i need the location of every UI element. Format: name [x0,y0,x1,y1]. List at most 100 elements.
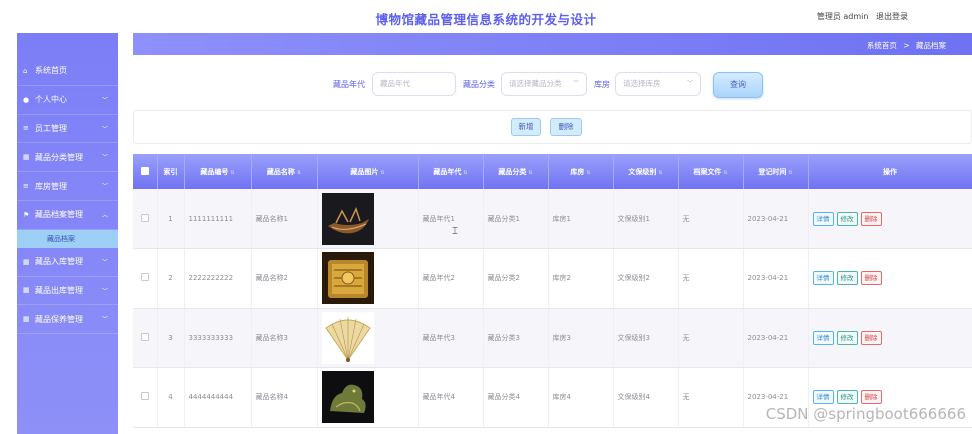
chevron-down-icon: ﹀ [572,80,579,87]
column-header[interactable]: 档案文件 ⇅ [678,154,744,189]
row-date: 2023-04-21 [743,189,809,249]
column-header[interactable]: 藏品名称 ⇅ [251,154,318,189]
warehouse-select[interactable]: 请选择库房 ﹀ [615,72,701,96]
sidebar-item-label: 藏品出库管理 [35,285,83,295]
sidebar-item-profile[interactable]: ● 个人中心 ﹀ [17,86,118,115]
chevron-down-icon: ﹀ [101,258,108,266]
table-row[interactable]: 2 2222222222 藏品名称2 藏品年代2 藏品分类2 库房2 文保级别2… [133,248,972,309]
sidebar-item-staff[interactable]: ≡ 员工管理 ﹀ [17,115,118,144]
edit-button[interactable]: 修改 [836,211,858,226]
grid-icon: ▦ [23,257,30,266]
delete-button[interactable]: 删除 [860,271,882,286]
year-placeholder: 藏品年代 [380,79,410,88]
sidebar-item-category[interactable]: ▦ 藏品分类管理 ﹀ [17,143,118,173]
batch-delete-button[interactable]: 删除 [550,118,582,136]
logout-link[interactable]: 退出登录 [876,12,908,21]
row-checkbox[interactable] [140,213,149,222]
watermark: CSDN @springboot666666 [765,405,966,423]
category-label: 藏品分类 [463,80,495,89]
sidebar-item-archive[interactable]: ⚑ 藏品档案管理 ︿ [17,201,118,230]
sort-icon[interactable]: ⇅ [586,170,590,176]
chevron-down-icon: ﹀ [101,183,108,191]
chevron-down-icon: ﹀ [101,125,108,133]
mouse-cursor-icon: ⌶ [452,226,458,237]
column-header[interactable]: 藏品年代 ⇅ [418,154,484,189]
chevron-down-icon: ﹀ [101,316,108,324]
grid-icon: ▦ [23,153,30,162]
chevron-down-icon: ﹀ [101,154,108,162]
user-label: 管理员 admin [816,12,869,21]
sort-icon[interactable]: ⇅ [788,170,792,176]
sort-icon[interactable]: ⇅ [528,170,532,176]
sort-icon[interactable]: ⇅ [380,170,384,176]
row-code: 3333333333 [184,308,252,368]
year-label: 藏品年代 [333,80,365,89]
sort-icon[interactable]: ⇅ [723,170,727,176]
row-checkbox[interactable] [140,392,149,401]
row-image-cell [317,248,419,309]
column-header[interactable]: 库房 ⇅ [548,154,614,189]
table-row[interactable]: 3 3333333333 藏品名称3 藏品年代3 藏品分类3 库房3 文保级别3… [133,308,972,368]
sidebar-subitem-archive[interactable]: 藏品档案 [17,229,118,248]
edit-button[interactable]: 修改 [836,271,858,286]
artifact-image[interactable] [321,311,374,364]
column-header: 操作 [808,154,972,189]
artifact-image[interactable] [321,371,374,424]
sidebar-item-stock-out[interactable]: ▦ 藏品出库管理 ﹀ [17,277,118,306]
row-warehouse: 库房3 [548,308,614,368]
sidebar-item-label: 系统首页 [35,66,67,76]
sidebar-item-warehouse[interactable]: ≡ 库房管理 ﹀ [17,172,118,201]
column-header[interactable]: 藏品编号 ⇅ [184,154,252,189]
breadcrumb-home[interactable]: 系统首页 [867,41,897,50]
row-file: 无 [678,189,744,249]
artifact-image[interactable] [321,192,374,245]
edit-button[interactable]: 修改 [836,390,858,405]
detail-button[interactable]: 详情 [812,271,834,286]
year-input[interactable]: 藏品年代 [372,72,456,96]
list-icon: ≡ [23,124,29,133]
row-code: 1111111111 [184,189,252,249]
artifact-image[interactable] [321,252,374,305]
row-checkbox[interactable] [140,332,149,341]
category-select[interactable]: 请选择藏品分类 ﹀ [501,72,587,96]
row-category: 藏品分类2 [483,248,549,309]
add-button[interactable]: 新增 [511,118,541,136]
row-name: 藏品名称1 [251,189,318,249]
row-index: 2 [157,248,185,309]
table-row[interactable]: 1 1111111111 藏品名称1 藏品年代1 藏品分类1 库房1 文保级别1… [133,189,972,249]
sidebar-item-label: 藏品分类管理 [35,152,83,162]
edit-button[interactable]: 修改 [836,330,858,345]
sidebar-item-maintenance[interactable]: ▦ 藏品保养管理 ﹀ [17,305,118,335]
column-header[interactable]: 文保级别 ⇅ [613,154,679,189]
breadcrumb-separator: > [903,41,910,50]
sidebar-item-home[interactable]: ⌂ 系统首页 [17,57,118,86]
row-warehouse: 库房2 [548,248,614,309]
row-name: 藏品名称4 [251,367,318,428]
sort-icon[interactable]: ⇅ [658,170,662,176]
detail-button[interactable]: 详情 [812,211,834,226]
row-name: 藏品名称2 [251,248,318,309]
delete-button[interactable]: 删除 [860,330,882,345]
chevron-up-icon: ︿ [101,211,108,219]
column-header[interactable]: 藏品图片 ⇅ [317,154,419,189]
select-all-checkbox[interactable] [140,166,149,175]
row-file: 无 [678,248,744,309]
row-file: 无 [678,367,744,428]
delete-button[interactable]: 删除 [860,211,882,226]
sidebar-item-stock-in[interactable]: ▦ 藏品入库管理 ﹀ [17,248,118,277]
row-checkbox[interactable] [140,273,149,282]
detail-button[interactable]: 详情 [812,330,834,345]
sort-icon[interactable]: ⇅ [463,170,467,176]
column-header[interactable]: 藏品分类 ⇅ [483,154,549,189]
category-placeholder: 请选择藏品分类 [509,79,562,88]
warehouse-label: 库房 [594,80,610,89]
search-button[interactable]: 查询 [713,72,763,98]
delete-button[interactable]: 删除 [860,390,882,405]
column-header[interactable]: 登记时间 ⇅ [743,154,809,189]
sort-icon[interactable]: ⇅ [297,170,301,176]
row-date: 2023-04-21 [743,308,809,368]
breadcrumb-current: 藏品档案 [916,41,946,50]
detail-button[interactable]: 详情 [812,390,834,405]
sort-icon[interactable]: ⇅ [230,170,234,176]
row-actions: 详情 修改 删除 [808,189,972,249]
